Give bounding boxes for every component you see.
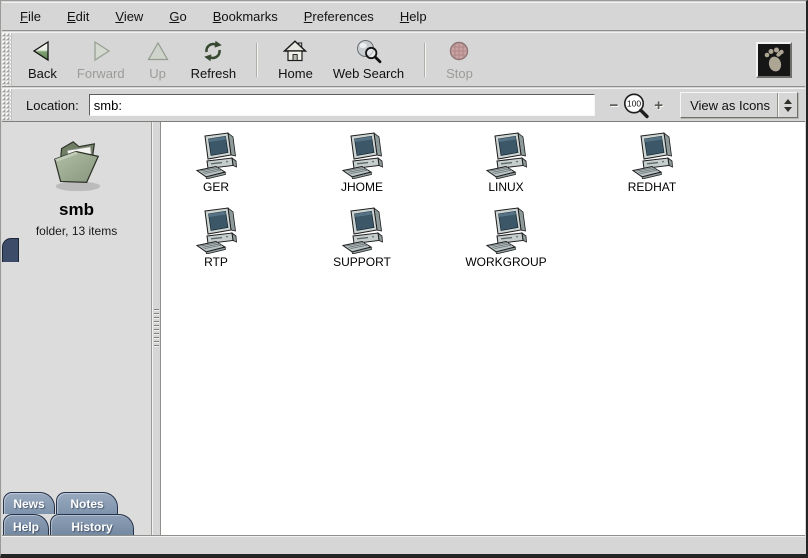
up-button[interactable]: Up [138,35,178,84]
network-item-support[interactable]: SUPPORT [307,204,417,269]
toolbar-grip-handle[interactable] [2,33,12,86]
dropdown-spinner-icon [777,93,797,117]
location-label: Location: [26,98,79,113]
up-icon [145,38,171,64]
arrow-up-icon [784,99,792,104]
view-mode-dropdown[interactable]: View as Icons [680,92,798,118]
network-item-redhat[interactable]: REDHAT [597,129,707,194]
folder-icon [45,138,109,194]
file-manager-window: File Edit View Go Bookmarks Preferences … [0,0,808,558]
network-item-linux[interactable]: LINUX [451,129,561,194]
content-area: smb folder, 13 items News Notes Help His… [2,122,805,535]
sidebar-tab-history[interactable]: History [50,514,134,538]
menu-file[interactable]: File [12,5,49,28]
sidebar-tab-news[interactable]: News [3,492,55,514]
computer-icon [628,129,676,179]
sidebar-tab-partial [2,238,19,262]
sidebar-header: smb folder, 13 items [2,122,151,238]
computer-icon [192,129,240,179]
sidebar-tab-notes[interactable]: Notes [56,492,118,514]
computer-icon [192,204,240,254]
web-search-icon [355,38,382,64]
menu-go[interactable]: Go [161,5,194,28]
web-search-button[interactable]: Web Search [326,35,411,84]
toolbar: Back Forward Up Refresh [2,32,805,87]
toolbar-separator [256,43,258,77]
zoom-in-button[interactable]: + [651,98,666,113]
toolbar-separator [424,43,426,77]
location-bar: Location: − 100 + View as Icons [2,88,805,122]
zoom-level-indicator[interactable]: 100 [621,92,651,119]
home-button[interactable]: Home [271,35,320,84]
menu-help[interactable]: Help [392,5,435,28]
location-bar-grip-handle[interactable] [2,89,12,121]
refresh-icon [200,38,226,64]
sidebar-tab-help[interactable]: Help [3,514,49,538]
computer-icon [338,204,386,254]
zoom-control: − 100 + [607,92,667,119]
network-item-jhome[interactable]: JHOME [307,129,417,194]
menu-preferences[interactable]: Preferences [296,5,382,28]
icon-view: GER JHOME LINUX REDHAT RTP SUPPORT [161,122,805,535]
menu-bookmarks[interactable]: Bookmarks [205,5,286,28]
sidebar-folder-title: smb [59,200,94,220]
status-bar [2,536,805,554]
computer-icon [338,129,386,179]
gnome-foot-icon [756,42,792,78]
back-button[interactable]: Back [21,35,64,84]
sidebar: smb folder, 13 items News Notes Help His… [2,122,152,535]
location-input[interactable] [89,94,595,116]
menu-bar: File Edit View Go Bookmarks Preferences … [2,2,805,31]
sidebar-folder-details: folder, 13 items [36,224,117,238]
forward-button[interactable]: Forward [70,35,132,84]
home-icon [282,38,308,64]
stop-button[interactable]: Stop [439,35,480,84]
network-item-workgroup[interactable]: WORKGROUP [451,204,561,269]
forward-icon [88,38,114,64]
sidebar-splitter-handle[interactable] [152,122,161,535]
computer-icon [482,204,530,254]
network-item-ger[interactable]: GER [161,129,271,194]
refresh-button[interactable]: Refresh [184,35,244,84]
network-item-rtp[interactable]: RTP [161,204,271,269]
back-icon [29,38,55,64]
svg-text:100: 100 [627,98,641,108]
menu-edit[interactable]: Edit [59,5,97,28]
splitter-grip-icon [154,309,159,349]
computer-icon [482,129,530,179]
menu-view[interactable]: View [107,5,151,28]
arrow-down-icon [784,107,792,112]
stop-icon [446,38,472,64]
zoom-out-button[interactable]: − [607,98,622,113]
view-mode-label: View as Icons [681,98,777,113]
